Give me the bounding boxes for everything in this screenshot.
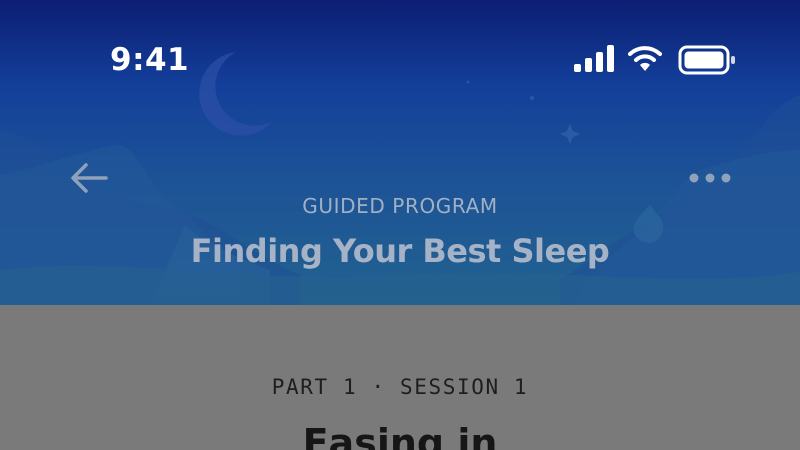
wifi-icon [628,44,662,74]
program-header: 9:41 GUIDED PROGRAM Finding Your Best Sl… [0,0,800,305]
battery-icon [678,44,736,76]
session-meta: PART 1 · SESSION 1 [271,375,529,399]
app-screen: 9:41 GUIDED PROGRAM Finding Your Best Sl… [0,0,800,450]
status-time: 9:41 [110,42,190,78]
session-content: PART 1 · SESSION 1 Easing in [0,305,800,450]
ellipsis-icon [689,173,731,183]
more-options-button[interactable] [686,164,734,192]
signal-icon [574,44,616,74]
program-eyebrow: GUIDED PROGRAM [302,194,498,218]
status-icons [574,44,736,76]
page-title: Finding Your Best Sleep [190,232,610,270]
session-title: Easing in [302,421,498,450]
